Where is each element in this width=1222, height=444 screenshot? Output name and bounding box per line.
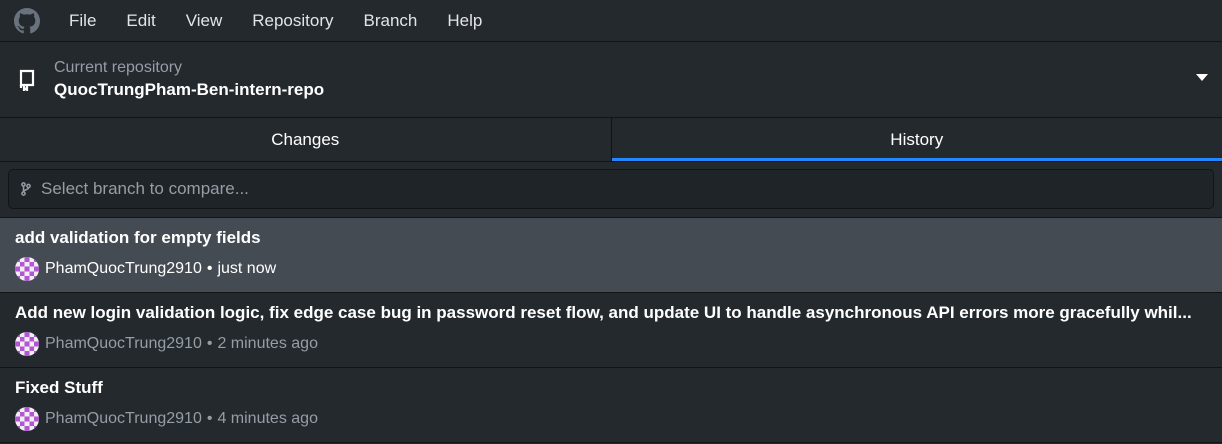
menu-file[interactable]: File (54, 0, 111, 42)
menu-help[interactable]: Help (432, 0, 497, 42)
commit-time: 4 minutes ago (217, 410, 318, 427)
current-repository-selector[interactable]: Current repository QuocTrungPham-Ben-int… (0, 42, 1222, 118)
commit-title: Add new login validation logic, fix edge… (15, 303, 1192, 322)
commit-row[interactable]: Fixed Stuff PhamQuocTrung2910 • 4 minute… (0, 368, 1222, 443)
commit-author: PhamQuocTrung2910 (45, 335, 202, 352)
commit-meta: PhamQuocTrung2910 • 4 minutes ago (15, 407, 1207, 431)
meta-separator: • (206, 260, 213, 277)
avatar (15, 257, 39, 281)
compare-branch-input[interactable] (41, 179, 1213, 199)
repository-label: Current repository (54, 58, 183, 76)
commit-title: Fixed Stuff (15, 378, 103, 397)
avatar (15, 407, 39, 431)
menu-repository[interactable]: Repository (237, 0, 348, 42)
repo-icon (0, 69, 54, 91)
github-logo-icon (0, 0, 54, 42)
meta-separator: • (206, 335, 213, 352)
menu-view[interactable]: View (171, 0, 238, 42)
commit-time: 2 minutes ago (217, 335, 318, 352)
menu-branch[interactable]: Branch (349, 0, 433, 42)
commit-meta: PhamQuocTrung2910 • 2 minutes ago (15, 332, 1207, 356)
commit-list: add validation for empty fields PhamQuoc… (0, 218, 1222, 443)
commit-row[interactable]: add validation for empty fields PhamQuoc… (0, 218, 1222, 293)
compare-bar (0, 162, 1222, 218)
repository-name: QuocTrungPham-Ben-intern-repo (54, 79, 325, 99)
commit-author: PhamQuocTrung2910 (45, 260, 202, 277)
tab-history[interactable]: History (610, 118, 1222, 161)
branch-icon (21, 182, 35, 196)
commit-title: add validation for empty fields (15, 228, 261, 247)
meta-separator: • (206, 410, 213, 427)
chevron-down-icon[interactable] (1196, 74, 1208, 81)
commit-author: PhamQuocTrung2910 (45, 410, 202, 427)
commit-time: just now (217, 260, 277, 277)
tab-bar: Changes History (0, 118, 1222, 162)
tab-changes[interactable]: Changes (0, 118, 611, 161)
commit-meta: PhamQuocTrung2910 • just now (15, 257, 1207, 281)
compare-branch-box[interactable] (8, 169, 1214, 209)
commit-row[interactable]: Add new login validation logic, fix edge… (0, 293, 1222, 368)
menu-bar: File Edit View Repository Branch Help (0, 0, 1222, 42)
avatar (15, 332, 39, 356)
repository-info: Current repository QuocTrungPham-Ben-int… (54, 58, 324, 102)
menu-edit[interactable]: Edit (111, 0, 170, 42)
